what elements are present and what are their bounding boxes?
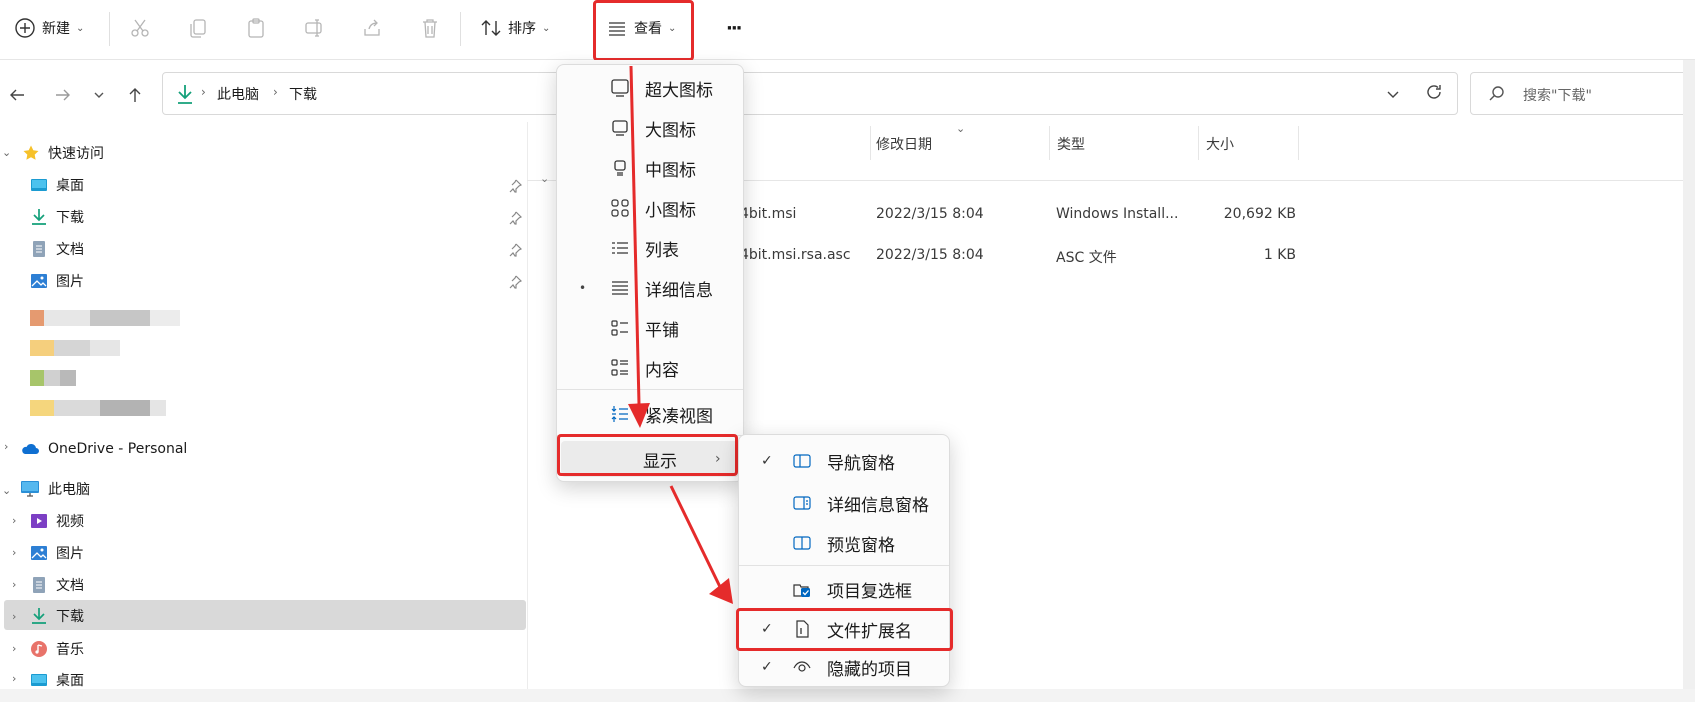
arrow-to-file-extensions [669,485,725,594]
arrow-to-show-item [629,65,641,405]
arrow-head [709,578,733,604]
annotation-arrows [628,65,733,604]
arrow-head [628,403,650,428]
